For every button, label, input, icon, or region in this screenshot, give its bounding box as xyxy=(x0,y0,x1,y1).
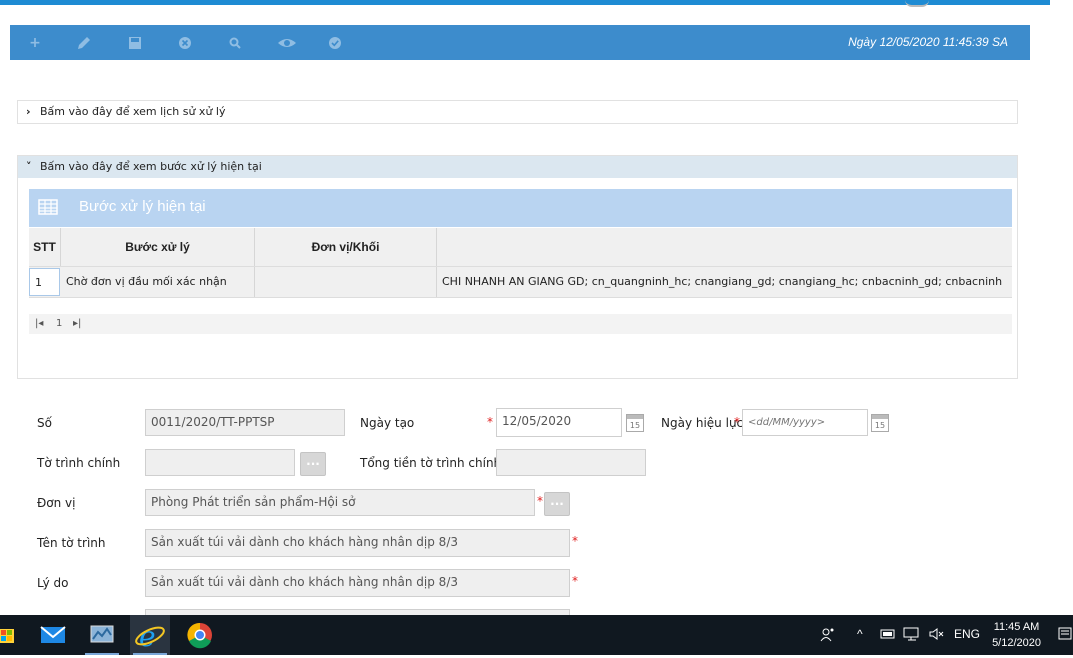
top-strip-edge xyxy=(905,0,929,7)
svg-text:e: e xyxy=(139,620,156,653)
system-clock[interactable]: 11:45 AM 5/12/2020 xyxy=(992,619,1041,651)
check-icon[interactable] xyxy=(326,34,344,52)
control-panel-icon[interactable] xyxy=(82,615,122,655)
don-vi-label: Đơn vị xyxy=(37,496,76,510)
calendar-icon[interactable]: 15 xyxy=(871,414,889,432)
chevron-down-icon: ˅ xyxy=(26,160,32,173)
ngay-hieu-luc-field[interactable] xyxy=(742,409,868,436)
chrome-icon[interactable] xyxy=(180,615,220,655)
first-page-icon[interactable]: |◂ xyxy=(35,314,43,334)
ly-do-required-mark: * xyxy=(572,574,578,588)
cancel-icon[interactable] xyxy=(176,34,194,52)
don-vi-field[interactable]: Phòng Phát triển sản phẩm-Hội sở xyxy=(145,489,535,516)
network-icon[interactable] xyxy=(903,627,921,644)
last-page-icon[interactable]: ▸| xyxy=(73,314,81,334)
action-toolbar: + Ngày 12/05/2020 11:45:39 SA xyxy=(10,25,1030,60)
don-vi-browse-button[interactable]: ... xyxy=(544,492,570,516)
top-accent-strip xyxy=(0,0,1050,5)
calendar-icon[interactable]: 15 xyxy=(626,414,644,432)
page-number[interactable]: 1 xyxy=(56,314,62,334)
column-header-unit[interactable]: Đơn vị/Khối xyxy=(255,228,437,266)
current-step-panel: ˅ Bấm vào đây để xem bước xử lý hiện tại … xyxy=(17,155,1018,379)
cell-stt[interactable]: 1 xyxy=(29,268,60,296)
eye-icon[interactable] xyxy=(276,34,298,52)
ly-do-field[interactable]: Sản xuất túi vải dành cho khách hàng nhâ… xyxy=(145,569,570,597)
volume-muted-icon[interactable] xyxy=(928,627,944,644)
chevron-right-icon: › xyxy=(26,105,31,118)
ngay-hieu-luc-required-mark: * xyxy=(734,415,740,429)
current-step-panel-header[interactable]: ˅ Bấm vào đây để xem bước xử lý hiện tại xyxy=(18,156,1017,178)
history-panel-label: Bấm vào đây để xem lịch sử xử lý xyxy=(40,105,226,118)
ngay-tao-field[interactable]: 12/05/2020 xyxy=(496,408,622,437)
cell-detail[interactable]: CHI NHANH AN GIANG GD; cn_quangninh_hc; … xyxy=(437,267,1012,297)
column-header-stt[interactable]: STT xyxy=(29,228,61,266)
windows-taskbar: e ^ ENG 11:45 AM 5/12/2020 xyxy=(0,615,1073,655)
column-header-detail xyxy=(437,228,1012,266)
ngay-tao-label: Ngày tạo xyxy=(360,416,415,430)
so-label: Số xyxy=(37,416,52,430)
ngay-hieu-luc-label: Ngày hiệu lực xyxy=(661,416,744,430)
ten-to-trinh-field[interactable]: Sản xuất túi vải dành cho khách hàng nhâ… xyxy=(145,529,570,557)
toolbar-date: Ngày 12/05/2020 11:45:39 SA xyxy=(848,35,1008,49)
so-field[interactable]: 0011/2020/TT-PPTSP xyxy=(145,409,345,436)
plus-icon[interactable]: + xyxy=(26,34,44,52)
ten-to-trinh-label: Tên tờ trình xyxy=(37,536,106,550)
tong-tien-label: Tổng tiền tờ trình chính xyxy=(360,456,502,470)
ngay-tao-required-mark: * xyxy=(487,415,493,429)
battery-icon[interactable] xyxy=(880,627,896,644)
pencil-icon[interactable] xyxy=(75,34,93,52)
to-trinh-chinh-field[interactable] xyxy=(145,449,295,476)
chevron-up-icon[interactable]: ^ xyxy=(857,627,863,641)
mail-icon[interactable] xyxy=(33,615,73,655)
grid-header-row: STT Bước xử lý Đơn vị/Khối xyxy=(29,228,1012,267)
grid-title-bar: Bước xử lý hiện tại xyxy=(29,189,1012,227)
ly-do-label: Lý do xyxy=(37,576,69,590)
cell-step[interactable]: Chờ đơn vị đầu mối xác nhận xyxy=(61,267,255,297)
clock-date: 5/12/2020 xyxy=(992,637,1041,649)
current-step-panel-label: Bấm vào đây để xem bước xử lý hiện tại xyxy=(40,160,262,173)
cell-unit[interactable] xyxy=(255,267,437,297)
to-trinh-chinh-browse-button[interactable]: ... xyxy=(300,452,326,476)
tong-tien-field[interactable] xyxy=(496,449,646,476)
store-icon[interactable] xyxy=(0,615,30,655)
people-icon[interactable] xyxy=(820,627,836,646)
don-vi-required-mark: * xyxy=(537,494,543,508)
history-panel-header[interactable]: › Bấm vào đây để xem lịch sử xử lý xyxy=(18,101,1017,123)
search-icon[interactable] xyxy=(226,34,244,52)
column-header-step[interactable]: Bước xử lý xyxy=(61,228,255,266)
table-icon xyxy=(38,198,58,216)
history-panel[interactable]: › Bấm vào đây để xem lịch sử xử lý xyxy=(17,100,1018,124)
notification-icon[interactable] xyxy=(1058,627,1072,646)
to-trinh-chinh-label: Tờ trình chính xyxy=(37,456,121,470)
input-language[interactable]: ENG xyxy=(954,627,980,641)
clock-time: 11:45 AM xyxy=(993,621,1040,633)
save-icon[interactable] xyxy=(126,34,144,52)
grid-pager: |◂ 1 ▸| xyxy=(29,314,1012,334)
internet-explorer-icon[interactable]: e xyxy=(130,615,170,655)
grid-title: Bước xử lý hiện tại xyxy=(79,198,206,215)
ten-to-trinh-required-mark: * xyxy=(572,534,578,548)
table-row[interactable]: 1 Chờ đơn vị đầu mối xác nhận CHI NHANH … xyxy=(29,267,1012,298)
